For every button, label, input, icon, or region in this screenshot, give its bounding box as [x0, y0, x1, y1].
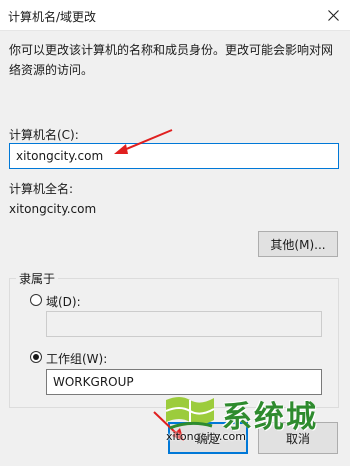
domain-input[interactable] [46, 311, 322, 337]
member-of-label: 隶属于 [16, 270, 59, 287]
computer-name-value: xitongcity.com [16, 149, 104, 163]
computer-name-label: 计算机名(C): [9, 128, 79, 142]
workgroup-value: WORKGROUP [53, 375, 134, 389]
description-text: 你可以更改该计算机的名称和成员身份。更改可能会影响对网络资源的访问。 [9, 43, 334, 77]
dialog-body: 你可以更改该计算机的名称和成员身份。更改可能会影响对网络资源的访问。 计算机名(… [0, 31, 350, 466]
workgroup-radio[interactable] [30, 351, 42, 363]
domain-radio[interactable] [30, 294, 42, 306]
close-icon [327, 9, 339, 21]
workgroup-input[interactable]: WORKGROUP [46, 369, 322, 395]
cancel-button[interactable]: 取消 [258, 422, 338, 454]
full-name-label: 计算机全名: [9, 182, 74, 196]
domain-label: 域(D): [46, 295, 81, 309]
full-name-value: xitongcity.com [9, 202, 97, 216]
close-button[interactable] [316, 0, 350, 30]
ok-button[interactable]: 确定 [168, 422, 248, 454]
computer-name-input[interactable]: xitongcity.com [9, 143, 339, 169]
workgroup-label: 工作组(W): [46, 352, 108, 366]
window-title: 计算机名/域更改 [8, 10, 97, 24]
title-bar: 计算机名/域更改 [0, 0, 350, 31]
more-button[interactable]: 其他(M)... [258, 231, 338, 257]
